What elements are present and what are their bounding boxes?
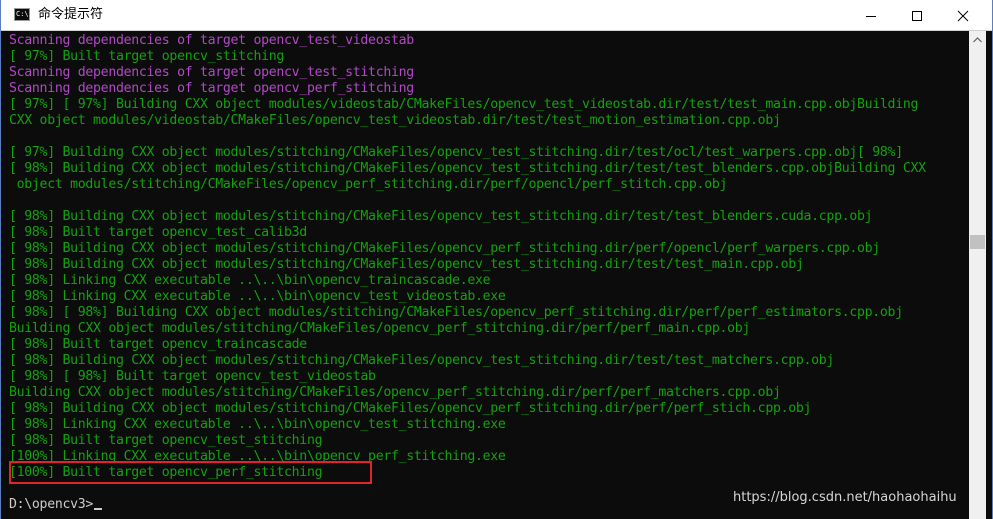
console-line: [ 98%] Building CXX object modules/stitc… [9,241,880,256]
console-line: [ 98%] Built target opencv_test_calib3d [9,225,307,240]
console-line: [ 98%] Built target opencv_test_stitchin… [9,433,323,448]
prompt-line: D:\opencv3> [9,497,103,513]
console-line: Scanning dependencies of target opencv_t… [9,33,414,48]
console-line: [ 98%] Built target opencv_traincascade [9,337,307,352]
console-line: [ 98%] Building CXX object modules/stitc… [9,209,873,224]
console-line: Building CXX object modules/stitching/CM… [9,321,751,336]
scroll-thumb[interactable] [970,235,985,249]
console-line: [ 98%] Building CXX object modules/stitc… [9,401,812,416]
console-line: CXX object modules/videostab/CMakeFiles/… [9,113,781,128]
console-line: [ 98%] Linking CXX executable ..\..\bin\… [9,273,491,288]
console-line: object modules/stitching/CMakeFiles/open… [9,177,728,192]
window-title: 命令提示符 [38,7,104,22]
highlight-box [9,461,372,484]
minimize-button[interactable] [848,0,894,31]
console-line: [ 98%] [ 98%] Building CXX object module… [9,305,903,320]
console-line: Scanning dependencies of target opencv_p… [9,81,414,96]
scroll-up-button[interactable] [969,31,986,48]
console-line: [ 97%] [ 97%] Building CXX object module… [9,97,919,112]
console-line: [ 98%] Linking CXX executable ..\..\bin\… [9,289,506,304]
console-line: Building CXX object modules/stitching/CM… [9,385,781,400]
title-bar[interactable]: C:\ 命令提示符 [1,0,992,31]
console-output[interactable]: Scanning dependencies of target opencv_t… [1,31,969,519]
close-button[interactable] [940,0,986,31]
console-line: [ 98%] [ 98%] Built target opencv_test_v… [9,369,376,384]
watermark: https://blog.csdn.net/haohaohaihu [733,490,957,505]
vertical-scrollbar[interactable] [969,31,986,519]
console-line: [ 97%] Built target opencv_stitching [9,49,285,64]
cmd-window: C:\ 命令提示符 Scanning dependencies of targe… [0,0,993,519]
text-cursor [94,508,103,510]
maximize-button[interactable] [894,0,940,31]
minimize-icon [866,15,876,17]
close-icon [957,10,969,21]
maximize-icon [912,10,922,21]
console-line: Scanning dependencies of target opencv_t… [9,65,414,80]
console-line: [ 97%] Building CXX object modules/stitc… [9,145,903,160]
cmd-icon: C:\ [14,8,30,21]
console-line: [ 98%] Building CXX object modules/stitc… [9,161,926,176]
chevron-up-icon [973,36,982,42]
console-line: [ 98%] Building CXX object modules/stitc… [9,257,804,272]
console-line: [ 98%] Building CXX object modules/stitc… [9,353,835,368]
console-line: [ 98%] Linking CXX executable ..\..\bin\… [9,417,506,432]
